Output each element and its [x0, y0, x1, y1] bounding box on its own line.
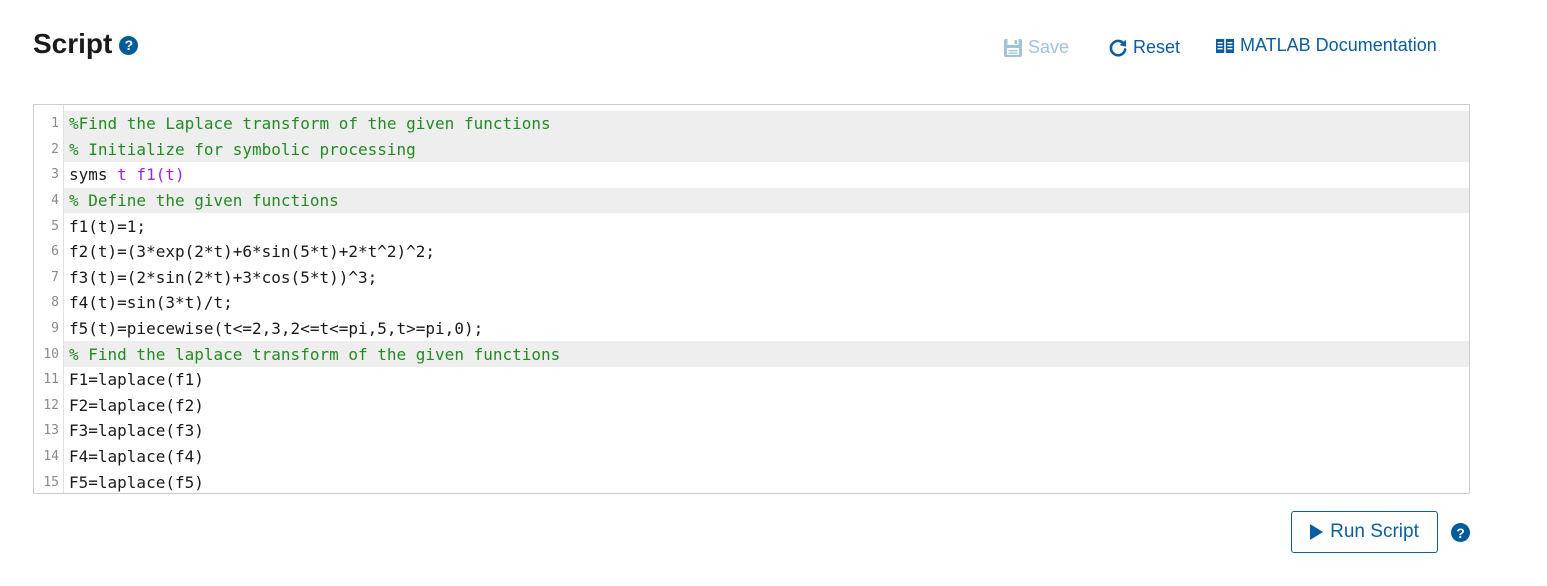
code-text: f4(t)=sin(3*t)/t; — [69, 293, 233, 313]
line-number: 9 — [51, 321, 59, 337]
reset-label: Reset — [1133, 37, 1181, 57]
code-text: F4=laplace(f4) — [69, 447, 204, 467]
floppy-disk-icon — [1003, 38, 1023, 58]
code-line[interactable]: 5 f1(t)=1; — [34, 213, 1469, 239]
line-number: 7 — [51, 269, 59, 285]
line-number: 13 — [43, 423, 59, 439]
line-number: 12 — [43, 397, 59, 413]
code-line[interactable]: 9 f5(t)=piecewise(t<=2,3,2<=t<=pi,5,t>=p… — [34, 316, 1469, 342]
code-line[interactable]: 13 F3=laplace(f3) — [34, 418, 1469, 444]
code-text: f5(t)=piecewise(t<=2,3,2<=t<=pi,5,t>=pi,… — [69, 319, 484, 339]
code-line[interactable]: 14 F4=laplace(f4) — [34, 444, 1469, 470]
code-text: f3(t)=(2*sin(2*t)+3*cos(5*t))^3; — [69, 267, 378, 287]
keyword: syms — [69, 165, 108, 185]
line-number: 15 — [43, 474, 59, 490]
save-button[interactable]: Save — [1003, 37, 1069, 58]
code-text: % Initialize for symbolic processing — [69, 139, 416, 159]
question-circle-icon[interactable]: ? — [1451, 523, 1470, 542]
code-line[interactable]: 1 %Find the Laplace transform of the giv… — [34, 111, 1469, 137]
docs-label: MATLAB Documentation — [1240, 35, 1437, 55]
page-title: Script — [33, 28, 113, 59]
run-script-label: Run Script — [1330, 521, 1419, 542]
code-line[interactable]: 10 % Find the laplace transform of the g… — [34, 341, 1469, 367]
code-text: f1(t)=1; — [69, 216, 147, 236]
code-line[interactable]: 12 F2=laplace(f2) — [34, 393, 1469, 419]
line-number: 5 — [51, 218, 59, 234]
line-number: 3 — [51, 167, 59, 183]
code-line[interactable]: 2 % Initialize for symbolic processing — [34, 136, 1469, 163]
reset-button[interactable]: Reset — [1108, 37, 1180, 58]
code-line[interactable]: 15 F5=laplace(f5) — [34, 469, 1469, 495]
refresh-icon — [1108, 38, 1128, 58]
code-line[interactable]: 7 f3(t)=(2*sin(2*t)+3*cos(5*t))^3; — [34, 265, 1469, 291]
code-text: F3=laplace(f3) — [69, 421, 204, 441]
question-circle-icon[interactable]: ? — [119, 35, 139, 55]
code-text: f2(t)=(3*exp(2*t)+6*sin(5*t)+2*t^2)^2; — [69, 242, 436, 262]
play-icon — [1310, 524, 1324, 540]
page-header: Script ? — [33, 28, 139, 60]
code-text: % Find the laplace transform of the give… — [69, 344, 561, 364]
code-text: % Define the given functions — [69, 191, 339, 211]
line-number: 8 — [51, 295, 59, 311]
code-text: F5=laplace(f5) — [69, 472, 204, 492]
run-script-button[interactable]: Run Script — [1291, 511, 1438, 553]
code-line[interactable]: 6 f2(t)=(3*exp(2*t)+6*sin(5*t)+2*t^2)^2; — [34, 239, 1469, 265]
line-number: 4 — [51, 193, 59, 209]
code-text: F1=laplace(f1) — [69, 370, 204, 390]
book-icon — [1215, 37, 1235, 55]
line-number: 1 — [51, 116, 59, 132]
code-line[interactable]: 4 % Define the given functions — [34, 187, 1469, 214]
code-text: syms t f1(t) — [64, 165, 185, 184]
code-line[interactable]: 11 F1=laplace(f1) — [34, 367, 1469, 393]
line-number: 2 — [51, 141, 59, 157]
code-line[interactable]: 3 syms t f1(t) — [34, 162, 1469, 188]
line-number: 6 — [51, 244, 59, 260]
line-number: 11 — [43, 372, 59, 388]
script-page: Script ? Save Reset MATLAB Documentation… — [0, 0, 1547, 586]
matlab-documentation-button[interactable]: MATLAB Documentation — [1215, 35, 1437, 56]
code-editor[interactable]: 1 %Find the Laplace transform of the giv… — [33, 104, 1470, 494]
code-line[interactable]: 8 f4(t)=sin(3*t)/t; — [34, 290, 1469, 316]
line-number: 10 — [43, 346, 59, 362]
save-label: Save — [1028, 37, 1070, 57]
code-text: %Find the Laplace transform of the given… — [69, 114, 551, 134]
code-text: F2=laplace(f2) — [69, 395, 204, 415]
symbolic-args: t f1(t) — [107, 165, 185, 185]
line-number: 14 — [43, 449, 59, 465]
